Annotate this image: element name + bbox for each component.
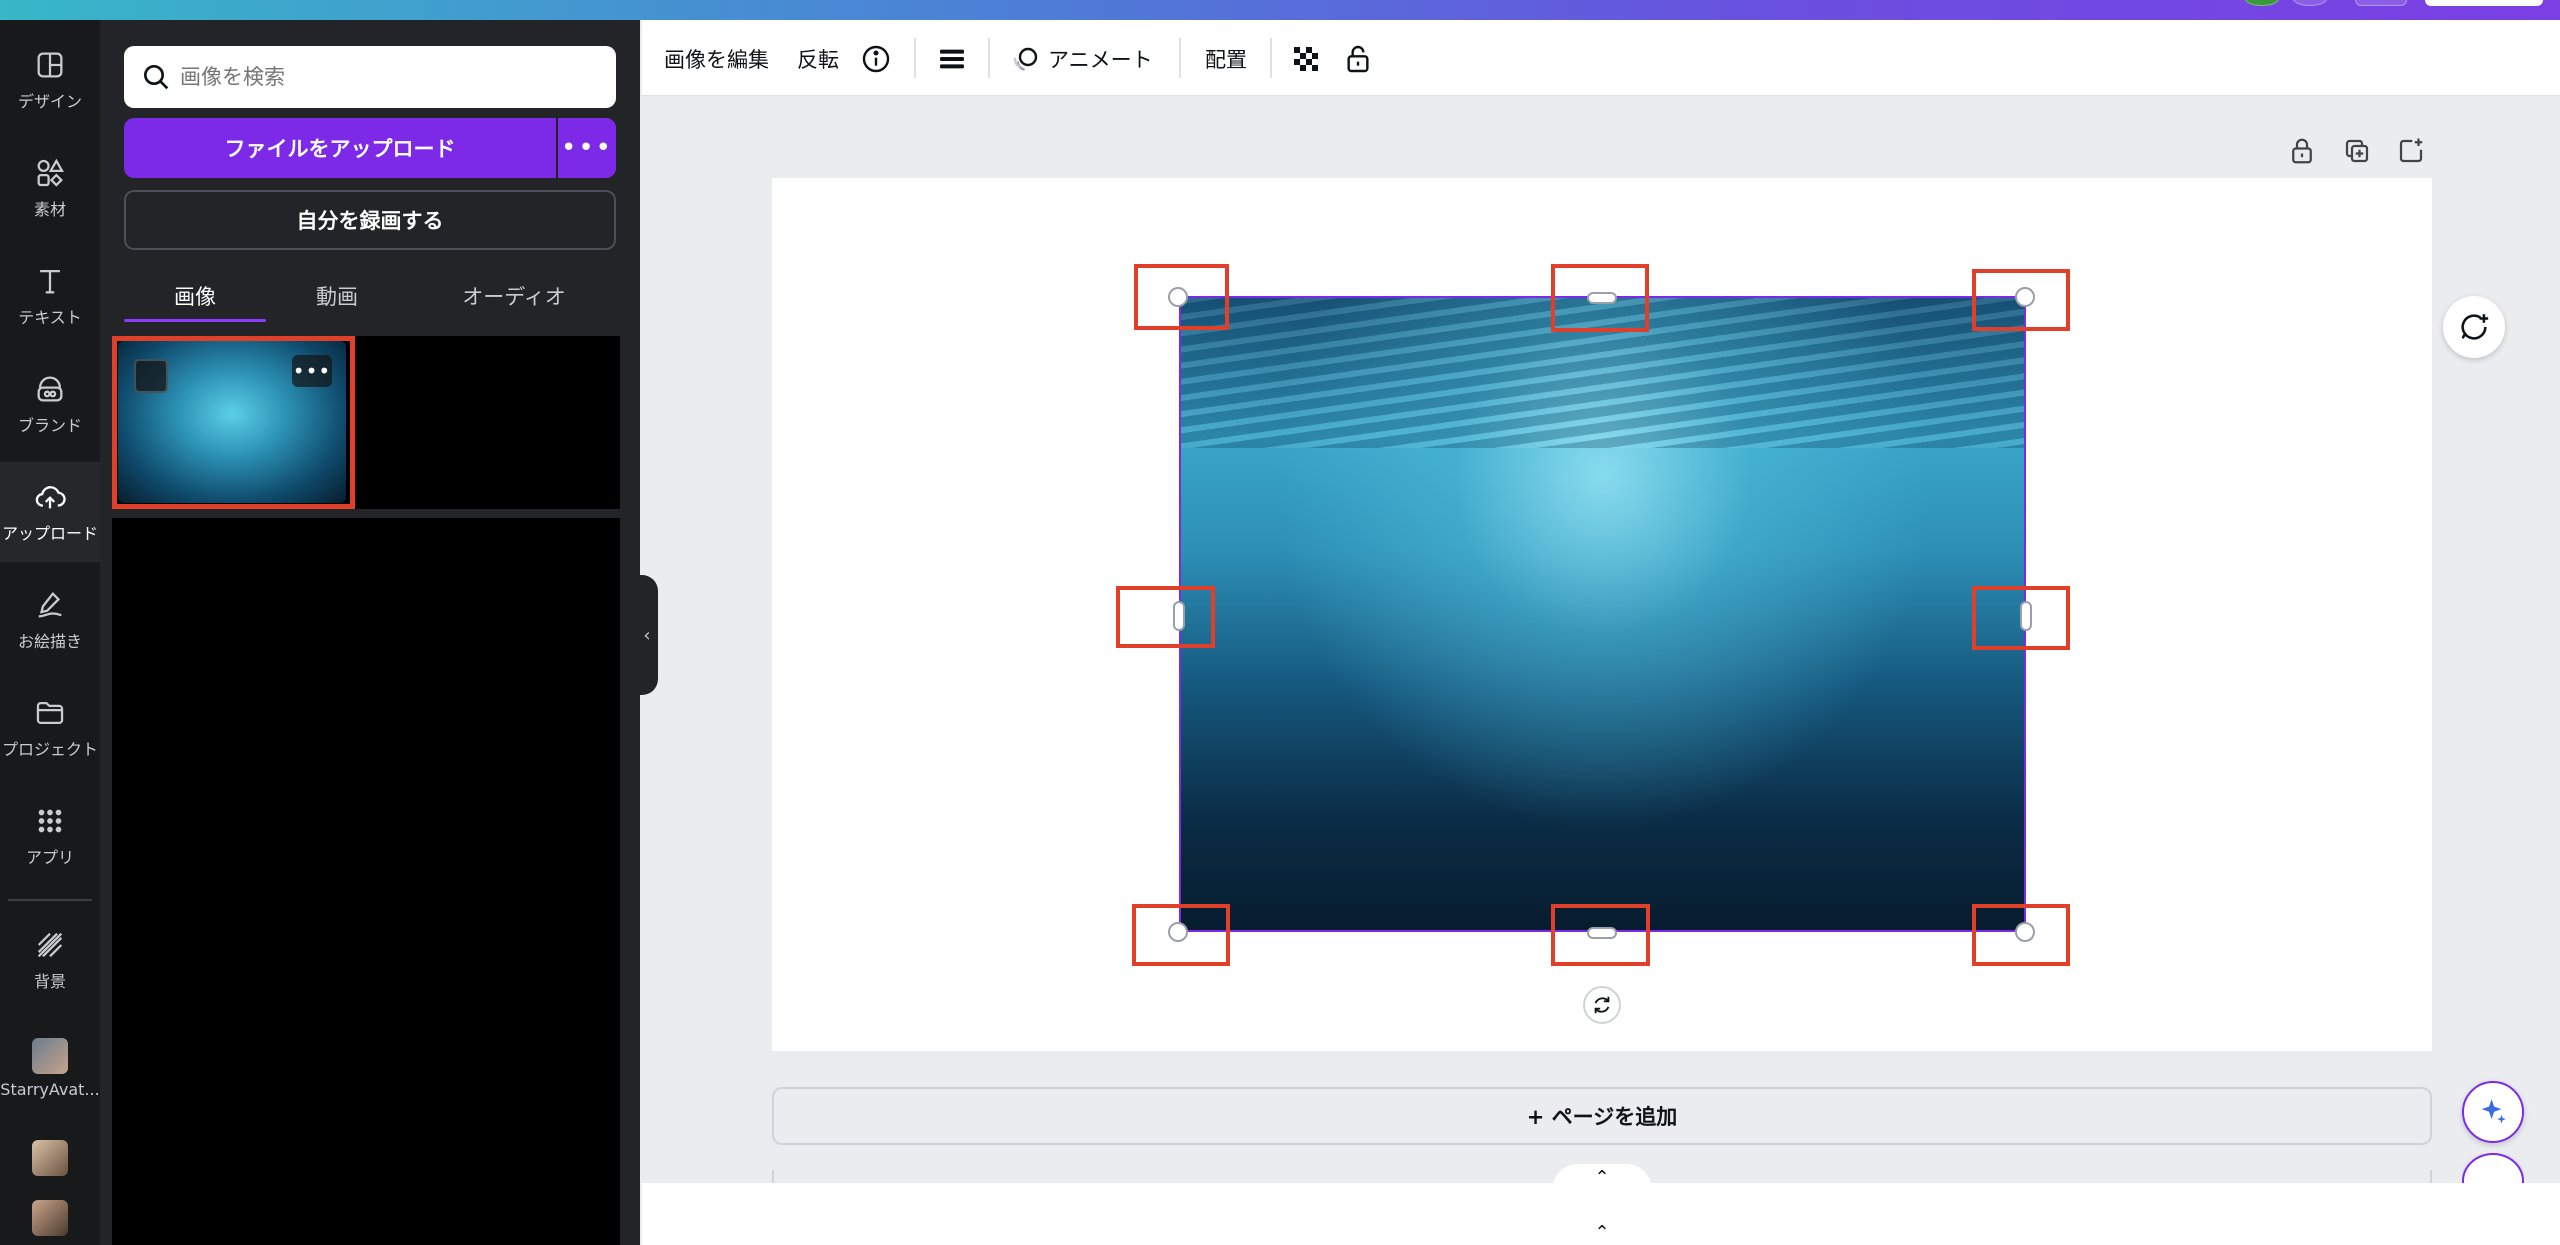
toolbar-divider [1270,38,1272,78]
rail-item-draw[interactable]: お絵描き [0,570,100,670]
handle-highlight-bottom-left [1132,904,1230,966]
context-toolbar: 画像を編集 反転 アニメート 配置 [642,20,2560,96]
position-button[interactable]: 配置 [1205,42,1247,76]
search-input[interactable] [180,65,580,89]
handle-highlight-bottom-right [1972,904,2070,966]
rail-item-apps[interactable]: アプリ [0,786,100,886]
rail-item-projects[interactable]: プロジェクト [0,678,100,778]
rail-item-starryavatar[interactable]: StarryAvat... [0,1018,100,1118]
rotate-icon [1594,996,1610,1014]
rail-item-app-extra-2[interactable] [0,1188,100,1245]
search-box[interactable] [124,46,616,108]
app-avatar-icon [32,1140,68,1176]
design-icon [37,52,63,78]
rail-item-text[interactable]: テキスト [0,246,100,346]
search-icon [144,65,169,90]
add-comment-button[interactable] [2443,296,2505,358]
header-circle-button[interactable] [2293,0,2327,6]
selected-underwater-image[interactable] [1179,296,2026,932]
chevron-up-icon: ⌃ [1594,1221,1610,1243]
handle-highlight-top-right [1972,269,2070,331]
upload-more-button[interactable]: ••• [558,118,616,178]
upload-cloud-icon [35,486,66,509]
app-avatar-icon [32,1200,68,1236]
apps-icon [38,809,62,833]
rail-item-brand[interactable]: ブランド [0,354,100,454]
add-page-icon-button[interactable] [2396,136,2426,166]
animate-button[interactable]: アニメート [1010,42,1153,76]
rail-label-projects: プロジェクト [1,740,98,759]
toolbar-divider [988,38,990,78]
toolbar-divider [1179,38,1181,78]
rotate-handle[interactable] [1583,986,1621,1024]
header-bar [0,0,2560,20]
rail-label-apps: アプリ [25,848,74,867]
sparkle-icon [2481,1099,2506,1124]
thumbnail-highlight [112,336,355,509]
toolbar-divider [914,38,916,78]
duplicate-icon [2345,139,2369,163]
draw-icon [38,591,62,618]
starry-avatar-app-icon [32,1037,68,1074]
rail-item-design[interactable]: デザイン [0,30,100,130]
animate-label: アニメート [1048,48,1153,72]
duplicate-page-button[interactable] [2342,136,2372,166]
handle-highlight-right [1972,586,2070,650]
rail-label-draw: お絵描き [17,632,82,651]
info-icon [862,45,890,73]
chevron-left-icon: ‹ [643,624,651,646]
edit-image-button[interactable]: 画像を編集 [664,42,769,76]
border-weight-icon [940,49,964,69]
background-icon [37,932,63,958]
brand-icon [37,376,63,402]
record-yourself-button[interactable]: 自分を録画する [124,190,616,250]
comment-add-icon [2461,314,2489,340]
collapse-panel-button[interactable]: ‹ [636,575,658,695]
unlock-icon [1347,45,1369,73]
handle-highlight-left [1116,586,1215,648]
more-icon: ••• [560,133,613,163]
rail-label-design: デザイン [17,92,82,111]
add-page-button[interactable]: + ページを追加 [772,1087,2432,1145]
handle-highlight-top-left [1134,264,1229,330]
lock-button[interactable] [1342,42,1374,76]
pages-toggle-button-bottom[interactable]: ⌃ [1552,1219,1652,1245]
media-tabs: 画像 動画 オーディオ [124,270,616,322]
text-icon [40,269,60,294]
folder-icon [36,701,64,725]
rail-divider [8,899,92,901]
upload-file-button[interactable]: ファイルをアップロード [124,118,556,178]
rail-label-brand: ブランド [17,416,82,435]
lock-icon [2292,138,2312,164]
transparency-button[interactable] [1290,42,1322,76]
transparency-icon [1294,47,1318,71]
magic-assistant-button[interactable] [2462,1081,2524,1143]
user-avatar[interactable] [2245,0,2279,6]
rail-label-text: テキスト [18,308,82,327]
tab-audio[interactable]: オーディオ [424,270,604,322]
header-button[interactable] [2355,0,2407,6]
rail-label-background: 背景 [33,972,66,991]
share-button[interactable] [2425,0,2543,6]
lock-page-button[interactable] [2287,136,2317,166]
left-rail: デザイン 素材 テキスト ブランド アップロード お絵描き プロジェクト アプリ… [0,20,100,1245]
border-style-button[interactable] [936,42,968,76]
flip-button[interactable]: 反転 [797,42,839,76]
uploads-grid-empty [112,518,620,1245]
rail-label-uploads: アップロード [1,524,98,543]
rail-item-elements[interactable]: 素材 [0,138,100,238]
handle-highlight-top [1551,264,1649,332]
handle-highlight-bottom [1551,904,1650,966]
rail-item-app-extra-1[interactable] [0,1128,100,1188]
rail-label-starryavatar: StarryAvat... [0,1079,100,1099]
rail-item-background[interactable]: 背景 [0,910,100,1010]
elements-icon [37,158,64,187]
tab-videos[interactable]: 動画 [266,270,408,322]
add-page-icon [2399,138,2423,163]
info-button[interactable] [860,42,892,76]
tab-images[interactable]: 画像 [124,270,266,322]
animate-icon [1013,47,1038,71]
rail-item-uploads[interactable]: アップロード [0,462,100,562]
rail-label-elements: 素材 [33,200,66,219]
